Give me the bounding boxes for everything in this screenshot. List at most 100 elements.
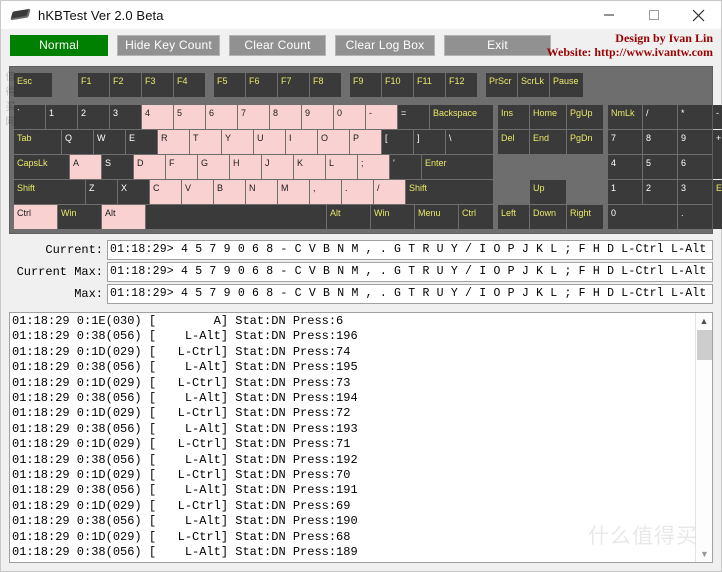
key-m[interactable]: M [278,180,309,204]
hide-key-count-button[interactable]: Hide Key Count [117,34,220,56]
key-w[interactable]: W [94,130,125,154]
key-0[interactable]: 0 [608,205,677,229]
key-3[interactable]: 3 [110,105,141,129]
log-scrollbar[interactable]: ▲ ▼ [695,313,712,562]
key-u[interactable]: U [254,130,285,154]
key-pause[interactable]: Pause [550,73,583,97]
close-button[interactable] [676,1,721,30]
key-ctrl[interactable]: Ctrl [14,205,57,229]
key-z[interactable]: Z [86,180,117,204]
key-k[interactable]: K [294,155,325,179]
key-enter[interactable]: Enter [713,180,722,229]
key-9[interactable]: 9 [302,105,333,129]
clear-log-box-button[interactable]: Clear Log Box [335,34,435,56]
key-i[interactable]: I [286,130,317,154]
key-pgup[interactable]: PgUp [567,105,603,129]
key-2[interactable]: 2 [78,105,109,129]
status-value-max[interactable]: 01:18:29> 4 5 7 9 0 6 8 - C V B N M , . … [107,284,713,304]
key-space[interactable] [146,205,326,229]
key-backspace[interactable]: Backspace [430,105,493,129]
key-d[interactable]: D [134,155,165,179]
key-1[interactable]: 1 [608,180,642,204]
key-win[interactable]: Win [58,205,101,229]
key-left[interactable]: Left [498,205,529,229]
key-f2[interactable]: F2 [110,73,141,97]
key-[interactable]: . [678,205,712,229]
normal-button[interactable]: Normal [10,34,108,56]
key-up[interactable]: Up [530,180,566,204]
minimize-button[interactable] [586,1,631,30]
key-[interactable]: = [398,105,429,129]
key-j[interactable]: J [262,155,293,179]
key-9[interactable]: 9 [678,130,712,154]
key-menu[interactable]: Menu [415,205,458,229]
key-1[interactable]: 1 [46,105,77,129]
key-g[interactable]: G [198,155,229,179]
key-b[interactable]: B [214,180,245,204]
key-esc[interactable]: Esc [14,73,52,97]
key-0[interactable]: 0 [334,105,365,129]
key-shift[interactable]: Shift [14,180,85,204]
key-e[interactable]: E [126,130,157,154]
key-6[interactable]: 6 [678,155,712,179]
key-end[interactable]: End [530,130,566,154]
key-nmlk[interactable]: NmLk [608,105,642,129]
key-home[interactable]: Home [530,105,566,129]
key-r[interactable]: R [158,130,189,154]
key-8[interactable]: 8 [270,105,301,129]
key-enter[interactable]: Enter [422,155,493,179]
key-l[interactable]: L [326,155,357,179]
key-right[interactable]: Right [567,205,603,229]
key-scrlk[interactable]: ScrLk [518,73,549,97]
key-prscr[interactable]: PrScr [486,73,517,97]
clear-count-button[interactable]: Clear Count [229,34,326,56]
key-f12[interactable]: F12 [446,73,477,97]
key-f5[interactable]: F5 [214,73,245,97]
key-[interactable]: - [366,105,397,129]
key-f1[interactable]: F1 [78,73,109,97]
key-[interactable]: / [374,180,405,204]
key-5[interactable]: 5 [174,105,205,129]
key-2[interactable]: 2 [643,180,677,204]
key-f10[interactable]: F10 [382,73,413,97]
key-f8[interactable]: F8 [310,73,341,97]
key-s[interactable]: S [102,155,133,179]
key-n[interactable]: N [246,180,277,204]
key-shift[interactable]: Shift [406,180,493,204]
key-t[interactable]: T [190,130,221,154]
key-[interactable]: + [713,130,722,179]
status-value-current-max[interactable]: 01:18:29> 4 5 7 9 0 6 8 - C V B N M , . … [107,262,713,282]
key-c[interactable]: C [150,180,181,204]
key-o[interactable]: O [318,130,349,154]
scrollbar-thumb[interactable] [697,330,712,360]
key-ctrl[interactable]: Ctrl [459,205,493,229]
key-ins[interactable]: Ins [498,105,529,129]
key-6[interactable]: 6 [206,105,237,129]
key-[interactable]: , [310,180,341,204]
scroll-up-icon[interactable]: ▲ [696,313,712,329]
key-f6[interactable]: F6 [246,73,277,97]
key-7[interactable]: 7 [238,105,269,129]
key-4[interactable]: 4 [142,105,173,129]
key-a[interactable]: A [70,155,101,179]
key-f11[interactable]: F11 [414,73,445,97]
scroll-down-icon[interactable]: ▼ [696,546,712,562]
key-pgdn[interactable]: PgDn [567,130,603,154]
key-[interactable]: ' [390,155,421,179]
key-f9[interactable]: F9 [350,73,381,97]
key-capslk[interactable]: CapsLk [14,155,69,179]
key-[interactable]: [ [382,130,413,154]
key-f7[interactable]: F7 [278,73,309,97]
key-8[interactable]: 8 [643,130,677,154]
key-[interactable]: * [678,105,712,129]
key-win[interactable]: Win [371,205,414,229]
key-alt[interactable]: Alt [102,205,145,229]
key-5[interactable]: 5 [643,155,677,179]
key-y[interactable]: Y [222,130,253,154]
key-[interactable]: - [713,105,722,129]
key-v[interactable]: V [182,180,213,204]
key-alt[interactable]: Alt [327,205,370,229]
status-value-current[interactable]: 01:18:29> 4 5 7 9 0 6 8 - C V B N M , . … [107,240,713,260]
key-f3[interactable]: F3 [142,73,173,97]
key-x[interactable]: X [118,180,149,204]
